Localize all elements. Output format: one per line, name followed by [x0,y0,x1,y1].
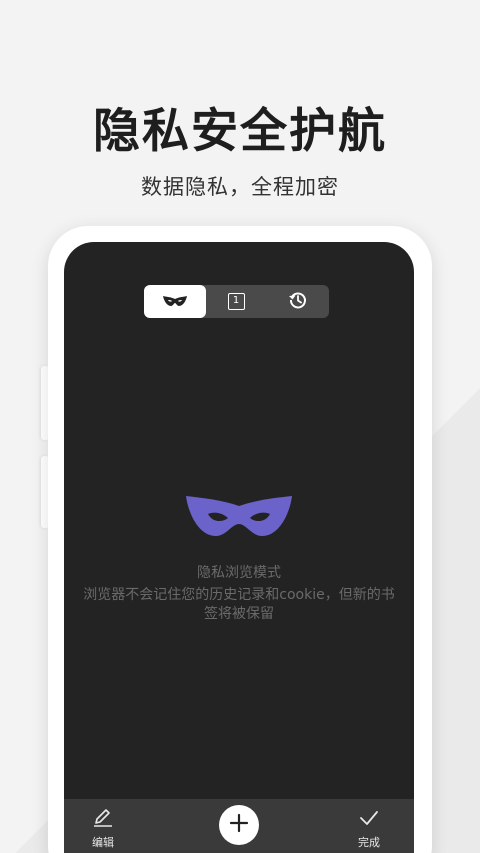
tab-open-tabs[interactable]: 1 [206,285,268,318]
plus-icon [229,813,249,837]
tab-count-value: 1 [232,295,240,306]
private-mode-mask-icon [184,492,294,540]
promo-subline: 数据隐私，全程加密 [141,175,339,199]
checkmark-icon [358,808,380,832]
tab-private-mode[interactable] [144,285,206,318]
add-tab-button[interactable] [219,805,259,845]
done-label: 完成 [358,836,380,849]
bottom-toolbar: 编辑 完成 [64,799,414,853]
edit-button[interactable]: 编辑 [92,808,114,850]
tab-switcher: 1 [144,285,329,318]
phone-screen: 1 隐私浏览模式 浏览器不会记住您的历史记录和cookie，但新的书签将被保留 [64,242,414,853]
tab-history[interactable] [267,285,329,318]
edit-label: 编辑 [92,836,114,849]
promo-headline: 隐私安全护航 [93,104,387,159]
tab-count-icon: 1 [228,293,245,310]
private-mode-title: 隐私浏览模式 [197,565,281,581]
done-button[interactable]: 完成 [358,808,380,850]
private-mode-description: 浏览器不会记住您的历史记录和cookie，但新的书签将被保留 [83,587,395,622]
edit-icon [92,808,114,832]
history-icon [288,290,308,314]
mask-icon [162,292,188,311]
